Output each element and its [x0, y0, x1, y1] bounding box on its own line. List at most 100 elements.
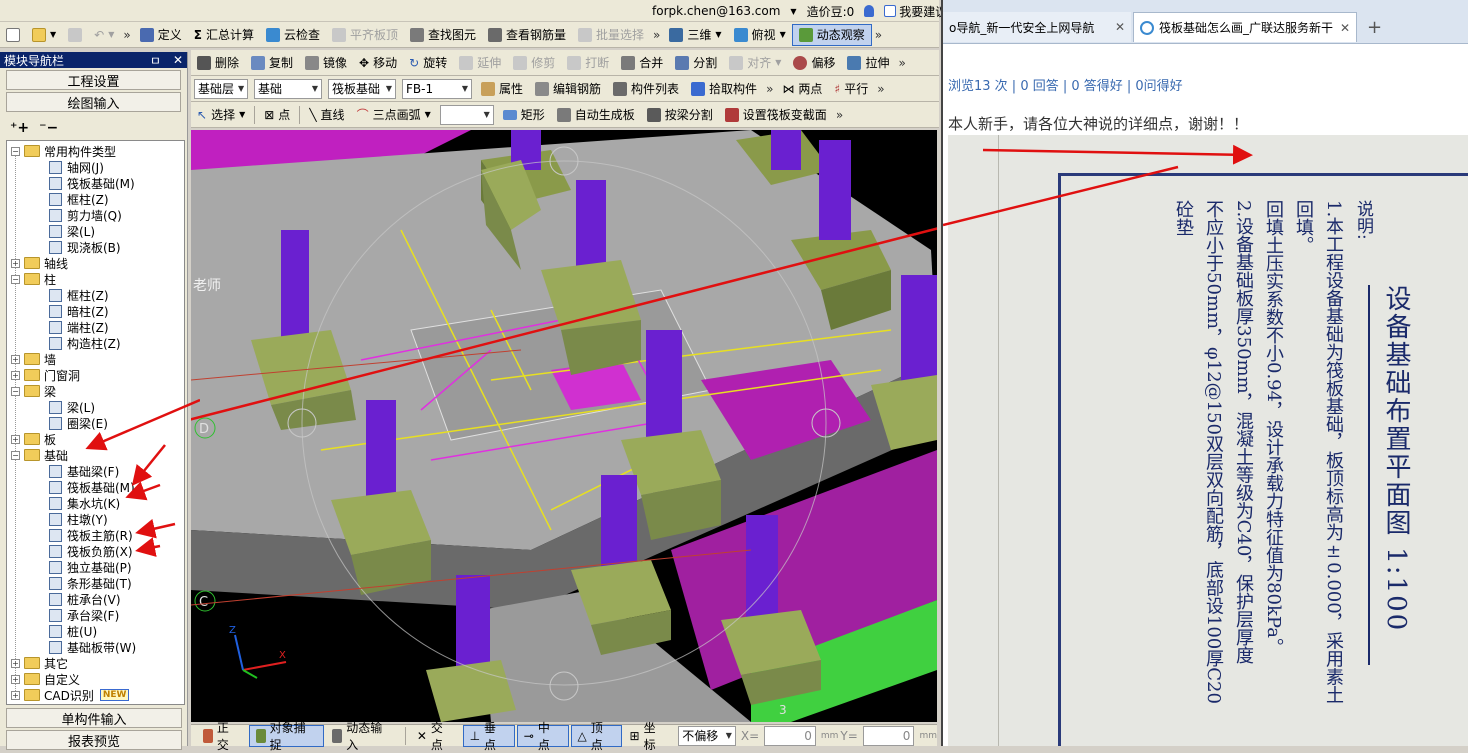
tree-item[interactable]: 基础板带(W): [49, 639, 136, 655]
snap-toggle[interactable]: 对象捕捉: [248, 721, 325, 752]
pick-component-button[interactable]: 拾取构件: [685, 78, 763, 100]
level-slab-button[interactable]: 平齐板顶: [326, 24, 404, 46]
y-coord-input[interactable]: 0: [862, 725, 915, 746]
break-button[interactable]: 打断: [561, 52, 615, 74]
account-dropdown-icon[interactable]: ▼: [790, 7, 796, 16]
vertex-toggle[interactable]: △ 顶点: [570, 721, 622, 752]
find-element-button[interactable]: 查找图元: [404, 24, 482, 46]
close-tab-icon[interactable]: ✕: [1115, 20, 1125, 34]
view3d-button[interactable]: 三维 ▼: [663, 24, 727, 46]
ortho-toggle[interactable]: 正交: [197, 721, 247, 752]
tree-item[interactable]: 圈梁(E): [49, 415, 108, 431]
split-by-beam-button[interactable]: 按梁分割: [641, 104, 719, 126]
toolbar-overflow-icon[interactable]: »: [874, 82, 887, 96]
tree-item[interactable]: 承台梁(F): [49, 607, 119, 623]
cloud-check-button[interactable]: 云检查: [260, 24, 326, 46]
tree-item[interactable]: 基础梁(F): [49, 463, 119, 479]
suggest-button[interactable]: 我要建议: [884, 3, 947, 20]
tree-folder[interactable]: − 基础: [11, 447, 68, 463]
expand-all-icon[interactable]: ⁺+: [10, 120, 29, 136]
trim-button[interactable]: 修剪: [507, 52, 561, 74]
toolbar-overflow-icon[interactable]: »: [120, 28, 133, 42]
tree-folder[interactable]: − 常用构件类型: [11, 143, 116, 159]
view-rebar-button[interactable]: 查看钢筋量: [482, 24, 572, 46]
new-file-icon[interactable]: [0, 24, 26, 46]
set-section-button[interactable]: 设置筏板变截面: [719, 104, 833, 126]
extend-button[interactable]: 延伸: [453, 52, 507, 74]
edit-rebar-button[interactable]: 编辑钢筋: [529, 78, 607, 100]
report-preview-button[interactable]: 报表预览: [6, 730, 182, 750]
align-button[interactable]: 对齐 ▼: [723, 52, 787, 74]
toolbar-overflow-icon[interactable]: »: [650, 28, 663, 42]
open-folder-icon[interactable]: ▼: [26, 24, 62, 46]
collapse-icon[interactable]: −: [11, 450, 20, 460]
offset-button[interactable]: 偏移: [787, 52, 841, 74]
coord-toggle[interactable]: ⊞ 坐标: [624, 721, 674, 752]
tree-item[interactable]: 框柱(Z): [49, 191, 109, 207]
rotate-button[interactable]: ↻ 旋转: [403, 52, 453, 74]
tree-folder[interactable]: − 柱: [11, 271, 56, 287]
perp-toggle[interactable]: ⊥ 垂点: [462, 721, 515, 752]
tree-folder[interactable]: + CAD识别 NEW: [11, 687, 130, 703]
tree-item[interactable]: 独立基础(P): [49, 559, 132, 575]
dynamic-view-button[interactable]: 动态观察: [791, 23, 872, 46]
tree-item[interactable]: 桩(U): [49, 623, 97, 639]
tree-item[interactable]: 条形基础(T): [49, 575, 132, 591]
sum-calc-button[interactable]: Σ 汇总计算: [188, 24, 260, 46]
expand-icon[interactable]: +: [11, 690, 20, 700]
component-list-button[interactable]: 构件列表: [607, 78, 685, 100]
tree-item[interactable]: 筏板基础(M): [49, 479, 135, 495]
layer-select[interactable]: 基础层 ▼: [194, 78, 248, 99]
tree-item[interactable]: 筏板基础(M): [49, 175, 135, 191]
define-button[interactable]: 定义: [134, 24, 188, 46]
tree-folder[interactable]: + 板: [11, 431, 56, 447]
bell-icon[interactable]: [864, 5, 875, 17]
tree-item[interactable]: 梁(L): [49, 223, 95, 239]
auto-gen-button[interactable]: 自动生成板: [551, 104, 641, 126]
dyn-input-toggle[interactable]: 动态输入: [326, 721, 400, 752]
split-button[interactable]: 分割: [669, 52, 723, 74]
rect-button[interactable]: 矩形: [497, 104, 551, 126]
point-button[interactable]: ⊠ 点: [258, 104, 296, 126]
expand-icon[interactable]: +: [11, 658, 20, 668]
tree-folder[interactable]: + 自定义: [11, 671, 80, 687]
draw-input-button[interactable]: 绘图输入: [6, 92, 181, 112]
browser-tab-nav[interactable]: o导航_新一代安全上网导航 ✕: [943, 12, 1131, 42]
tree-item[interactable]: 轴网(J): [49, 159, 104, 175]
toolbar-overflow-icon[interactable]: »: [872, 28, 885, 42]
tree-item[interactable]: 桩承台(V): [49, 591, 121, 607]
type-select[interactable]: 筏板基础 ▼: [328, 78, 396, 99]
x-coord-input[interactable]: 0: [764, 725, 816, 746]
tree-item[interactable]: 剪力墙(Q): [49, 207, 122, 223]
account-email[interactable]: forpk.chen@163.com: [652, 4, 780, 18]
parallel-button[interactable]: ♯ 平行: [828, 78, 874, 100]
properties-button[interactable]: 属性: [475, 78, 529, 100]
collapse-icon[interactable]: −: [11, 274, 20, 284]
expand-icon[interactable]: +: [11, 674, 20, 684]
tree-item[interactable]: 筏板负筋(X): [49, 543, 133, 559]
stretch-button[interactable]: 拉伸: [841, 52, 895, 74]
new-tab-button[interactable]: +: [1361, 12, 1385, 42]
tree-folder[interactable]: + 墙: [11, 351, 56, 367]
move-button[interactable]: ✥ 移动: [353, 52, 403, 74]
toolbar-overflow-icon[interactable]: »: [763, 82, 776, 96]
merge-button[interactable]: 合并: [615, 52, 669, 74]
tree-item[interactable]: 暗柱(Z): [49, 303, 109, 319]
tree-item[interactable]: 筏板主筋(R): [49, 527, 133, 543]
expand-icon[interactable]: +: [11, 258, 20, 268]
expand-icon[interactable]: +: [11, 434, 20, 444]
close-icon[interactable]: ✕: [173, 53, 183, 67]
intersect-toggle[interactable]: ✕ 交点: [411, 721, 461, 752]
mirror-button[interactable]: 镜像: [299, 52, 353, 74]
3d-viewport[interactable]: D C 3 老师 X Z: [191, 130, 937, 722]
two-points-button[interactable]: ⋈ 两点: [776, 78, 828, 100]
close-tab-icon[interactable]: ✕: [1340, 21, 1350, 35]
tree-folder[interactable]: + 其它: [11, 655, 68, 671]
toolbar-overflow-icon[interactable]: »: [895, 56, 908, 70]
collapse-all-icon[interactable]: ⁻−: [39, 120, 58, 136]
tree-item[interactable]: 集水坑(K): [49, 495, 120, 511]
collapse-icon[interactable]: −: [11, 146, 20, 156]
collapse-icon[interactable]: −: [11, 386, 20, 396]
category-select[interactable]: 基础 ▼: [254, 78, 322, 99]
tree-folder[interactable]: + 轴线: [11, 255, 68, 271]
